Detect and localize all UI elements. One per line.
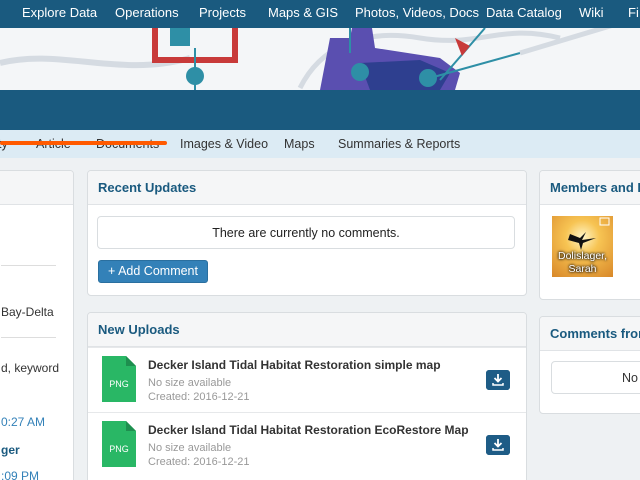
download-icon[interactable] bbox=[486, 435, 510, 455]
detail-author[interactable]: ger bbox=[1, 443, 20, 457]
nav-wiki[interactable]: Wiki bbox=[579, 0, 604, 28]
upload-created: Created: 2016-12-21 bbox=[148, 456, 250, 468]
upload-title[interactable]: Decker Island Tidal Habitat Restoration … bbox=[148, 423, 469, 437]
nav-operations[interactable]: Operations bbox=[115, 0, 179, 28]
svg-text:PNG: PNG bbox=[109, 379, 129, 389]
nav-projects[interactable]: Projects bbox=[199, 0, 246, 28]
comments-from-title: Comments from bbox=[540, 317, 640, 351]
upload-size: No size available bbox=[148, 377, 232, 389]
banner-graphic bbox=[0, 28, 613, 90]
top-nav: Explore Data Operations Projects Maps & … bbox=[0, 0, 640, 28]
png-file-icon: PNG bbox=[102, 421, 136, 467]
upload-created: Created: 2016-12-21 bbox=[148, 391, 250, 403]
tab-summaries-reports[interactable]: Summaries & Reports bbox=[338, 130, 460, 158]
banner-illustration bbox=[0, 28, 640, 90]
project-details-panel: Bay-Delta d, keyword 0:27 AM ger :09 PM bbox=[0, 170, 74, 480]
active-tab-indicator bbox=[0, 141, 167, 145]
members-title: Members and Fo bbox=[540, 171, 640, 205]
tab-images-video[interactable]: Images & Video bbox=[180, 130, 268, 158]
upload-item[interactable]: PNG Decker Island Tidal Habitat Restorat… bbox=[88, 412, 526, 477]
nav-maps-gis[interactable]: Maps & GIS bbox=[268, 0, 338, 28]
comments-from-message: No c bbox=[551, 361, 640, 394]
detail-keywords: d, keyword bbox=[1, 361, 60, 375]
project-details-header bbox=[0, 171, 73, 205]
upload-item[interactable]: PNG Decker Island Tidal Habitat Restorat… bbox=[88, 347, 526, 412]
new-uploads-title: New Uploads bbox=[88, 313, 526, 347]
header-bar bbox=[0, 90, 640, 130]
upload-title[interactable]: Decker Island Tidal Habitat Restoration … bbox=[148, 358, 441, 372]
nav-more[interactable]: Fi bbox=[628, 0, 639, 28]
detail-created-time: 0:27 AM bbox=[1, 415, 46, 429]
add-comment-button[interactable]: + Add Comment bbox=[98, 260, 208, 283]
png-file-icon: PNG bbox=[102, 356, 136, 402]
nav-data-catalog[interactable]: Data Catalog bbox=[486, 0, 562, 28]
upload-size: No size available bbox=[148, 442, 232, 454]
no-comments-message: There are currently no comments. bbox=[97, 216, 515, 249]
svg-text:PNG: PNG bbox=[109, 444, 129, 454]
nav-photos-videos-docs[interactable]: Photos, Videos, Docs bbox=[355, 0, 479, 28]
detail-region: Bay-Delta bbox=[1, 305, 54, 319]
divider bbox=[1, 337, 56, 338]
tab-maps[interactable]: Maps bbox=[284, 130, 315, 158]
detail-updated-time: :09 PM bbox=[1, 469, 40, 480]
member-name[interactable]: Dolislager, Sarah bbox=[552, 250, 613, 276]
recent-updates-title: Recent Updates bbox=[88, 171, 526, 205]
nav-explore-data[interactable]: Explore Data bbox=[22, 0, 97, 28]
download-icon[interactable] bbox=[486, 370, 510, 390]
divider bbox=[1, 265, 56, 266]
